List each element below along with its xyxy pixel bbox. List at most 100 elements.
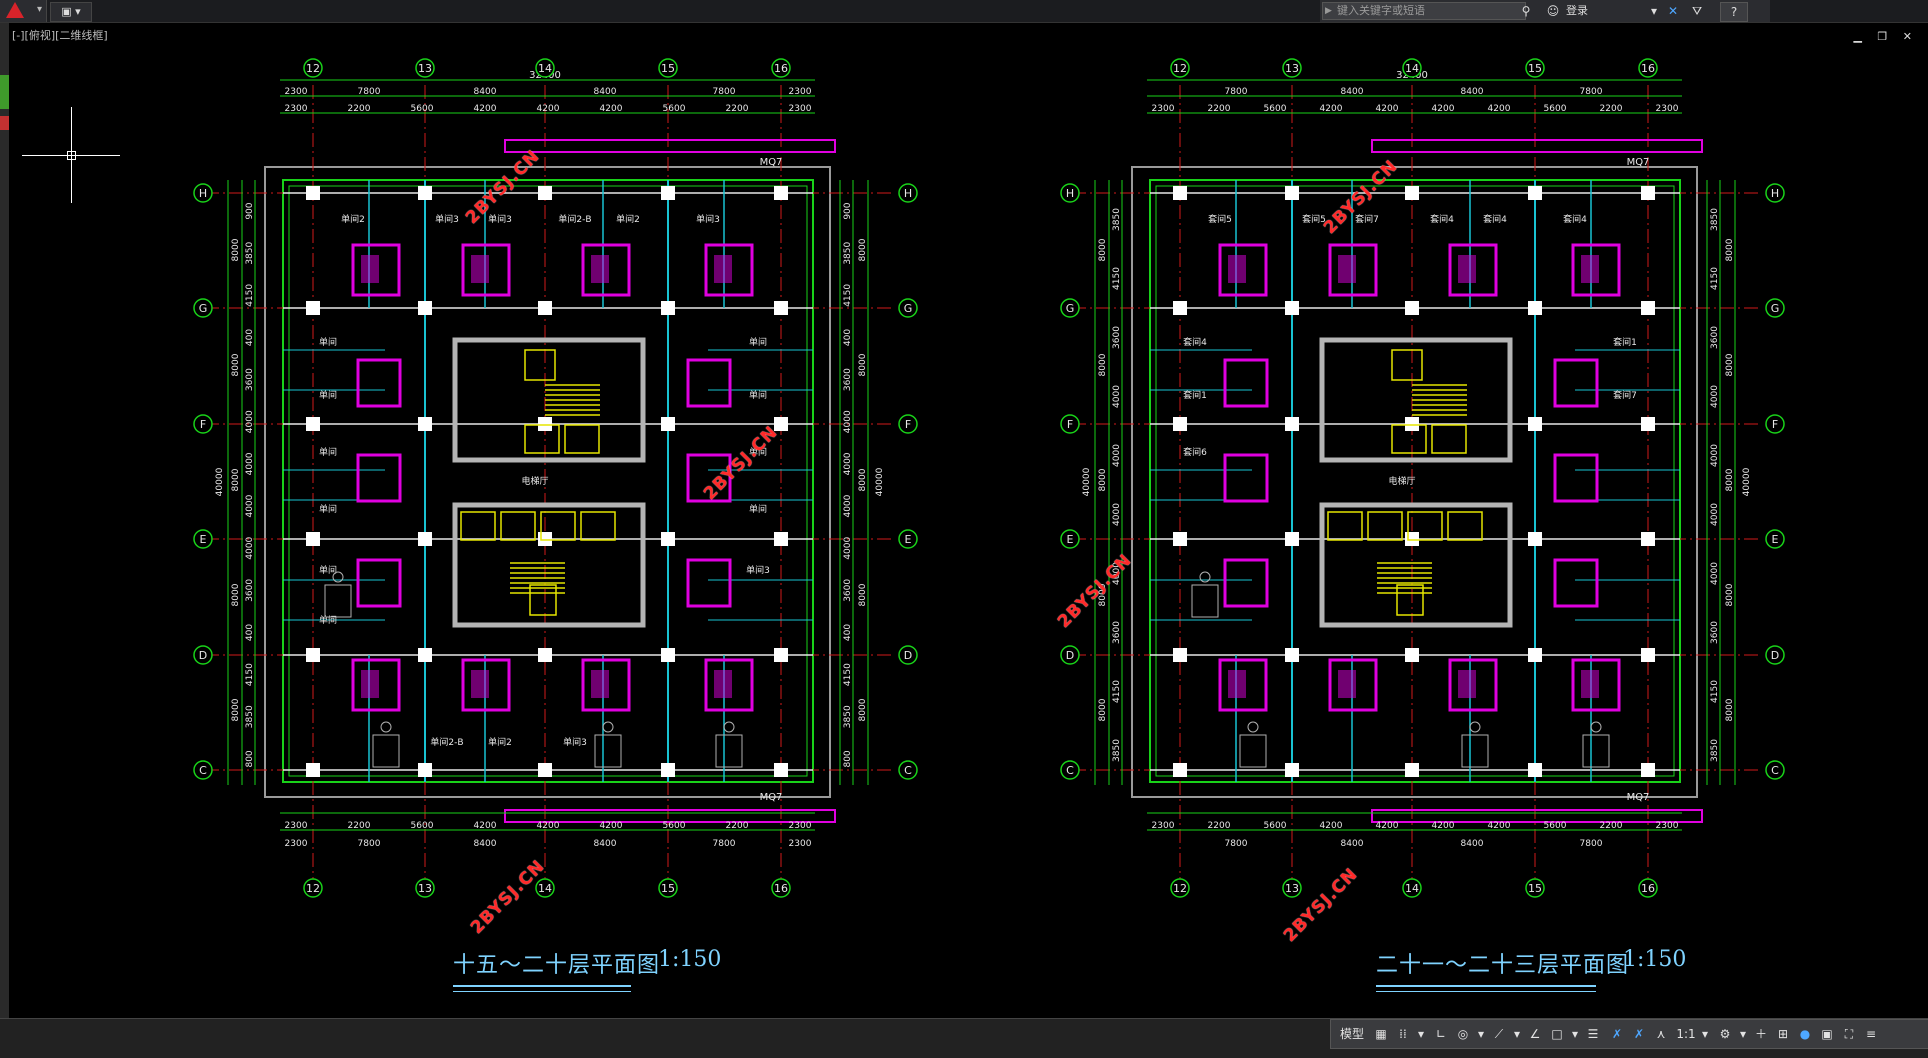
axis-label: 14 [1405, 882, 1419, 895]
structural-column [1641, 417, 1655, 431]
dimension-text: 3850 [245, 241, 255, 264]
dimension-text: 2300 [789, 839, 812, 849]
elevator-shaft [1327, 511, 1363, 541]
chevron-down-icon[interactable]: ▾ [1737, 1024, 1749, 1044]
axis-label: F [905, 418, 911, 431]
plus-icon[interactable]: ＋ [1751, 1024, 1771, 1044]
dimension-text: 8400 [1461, 839, 1484, 849]
dimension-text: 4150 [843, 284, 853, 307]
structural-column [1528, 301, 1542, 315]
dimension-text: 40000 [1082, 467, 1092, 496]
room-label: 单间 [749, 389, 767, 401]
left-plan-title: 十五～二十层平面图 [453, 947, 660, 992]
dimension-text: 3600 [1112, 621, 1122, 644]
axis-label: F [1772, 418, 1778, 431]
object-snap-tracking-icon[interactable]: ∠ [1525, 1024, 1545, 1044]
structural-column [306, 186, 320, 200]
annotation-scale-value[interactable]: 1:1 [1673, 1024, 1699, 1044]
bathroom [1223, 358, 1269, 408]
isolate-objects-icon[interactable]: ● [1795, 1024, 1815, 1044]
dimension-text: 4150 [1710, 267, 1720, 290]
axis-label: G [1771, 302, 1780, 315]
dimension-text: 2300 [285, 839, 308, 849]
dimension-text: 8000 [231, 353, 241, 376]
structural-column [1641, 186, 1655, 200]
axis-label: H [199, 187, 207, 200]
isodraft-icon[interactable]: ⟋ [1489, 1024, 1509, 1044]
dimension-text: 40000 [215, 467, 225, 496]
bathtub [591, 255, 609, 283]
workspace-gear-icon[interactable]: ⚙ [1715, 1024, 1735, 1044]
dimension-text: 4150 [245, 284, 255, 307]
annotation-scale-icon[interactable]: ⋏ [1651, 1024, 1671, 1044]
furniture [1191, 584, 1219, 618]
annotation-visibility-icon[interactable]: ✗ [1607, 1024, 1627, 1044]
structural-column [306, 417, 320, 431]
dimension-text: 4000 [245, 536, 255, 559]
axis-label: 12 [306, 62, 320, 75]
door-label: MQ7 [760, 157, 783, 168]
lineweight-icon[interactable]: ☰ [1583, 1024, 1603, 1044]
left-floor-plan: 电梯厅MQ7MQ7单间2 单间3 单间3 单间2-B 单间2 单间3单间 单间单间 单间单间单… [193, 58, 918, 898]
dimension-text: 5600 [1264, 821, 1287, 831]
dimension-text: 7800 [713, 87, 736, 97]
clean-screen-icon[interactable]: ⛶ [1839, 1024, 1859, 1044]
dimension-text: 4000 [843, 536, 853, 559]
object-snap-icon[interactable]: □ [1547, 1024, 1567, 1044]
dimension-text: 3850 [245, 705, 255, 728]
structural-column [661, 532, 675, 546]
bathtub [471, 255, 489, 283]
structural-column [418, 186, 432, 200]
chevron-down-icon[interactable]: ▾ [1511, 1024, 1523, 1044]
chevron-down-icon[interactable]: ▾ [1415, 1024, 1427, 1044]
axis-label: 12 [1173, 62, 1187, 75]
polar-icon[interactable]: ◎ [1453, 1024, 1473, 1044]
dimension-text: 8400 [1341, 839, 1364, 849]
axis-label: G [199, 302, 208, 315]
dimension-text: 2200 [726, 104, 749, 114]
dimension-text: 4000 [1710, 444, 1720, 467]
dimension-text: 8000 [858, 468, 868, 491]
dimension-text: 8400 [474, 87, 497, 97]
furniture [324, 584, 352, 618]
dimension-text: 8000 [231, 238, 241, 261]
units-icon[interactable]: ⊞ [1773, 1024, 1793, 1044]
chevron-down-icon[interactable]: ▾ [1475, 1024, 1487, 1044]
snap-icon[interactable]: ⁞⁞ [1393, 1024, 1413, 1044]
dimension-text: 4150 [1112, 680, 1122, 703]
left-plan-scale: 1:150 [658, 947, 722, 972]
axis-label: C [199, 764, 207, 777]
ortho-icon[interactable]: ∟ [1431, 1024, 1451, 1044]
dimension-text: 7800 [1580, 839, 1603, 849]
structural-column [1285, 417, 1299, 431]
model-space-button[interactable]: 模型 [1337, 1024, 1367, 1044]
dimension-text: 4200 [474, 104, 497, 114]
axis-label: 14 [538, 882, 552, 895]
cad-drawing: 电梯厅MQ7MQ7单间2 单间3 单间3 单间2-B 单间2 单间3单间 单间单间 单间单间单… [193, 58, 1785, 898]
room-label: 套间4 [1483, 213, 1507, 225]
dimension-text: 8000 [1725, 468, 1735, 491]
room-label: 单间2 [341, 213, 365, 225]
bathtub [591, 670, 609, 698]
dimension-text: 5600 [663, 104, 686, 114]
hardware-acceleration-icon[interactable]: ▣ [1817, 1024, 1837, 1044]
customization-menu-icon[interactable]: ≡ [1861, 1024, 1881, 1044]
structural-column [661, 186, 675, 200]
chevron-down-icon[interactable]: ▾ [1699, 1024, 1711, 1044]
axis-label: D [904, 649, 912, 662]
structural-column [1528, 417, 1542, 431]
structural-column [306, 763, 320, 777]
dimension-text: 7800 [1580, 87, 1603, 97]
dimension-text: 40000 [1742, 467, 1752, 496]
structural-column [1528, 648, 1542, 662]
structural-column [538, 763, 552, 777]
auto-scale-icon[interactable]: ✗ [1629, 1024, 1649, 1044]
dimension-text: 4150 [1710, 680, 1720, 703]
right-floor-plan: 电梯厅MQ7MQ7套间5 套间5 套间7 套间4 套间4 套间4套间4 套间1套间1 套间7套… [1060, 58, 1785, 898]
dimension-text: 2300 [285, 87, 308, 97]
axis-label: E [1772, 533, 1779, 546]
grid-icon[interactable]: ▦ [1371, 1024, 1391, 1044]
elevator-shaft [1367, 511, 1403, 541]
dimension-text: 800 [843, 750, 853, 767]
chevron-down-icon[interactable]: ▾ [1569, 1024, 1581, 1044]
